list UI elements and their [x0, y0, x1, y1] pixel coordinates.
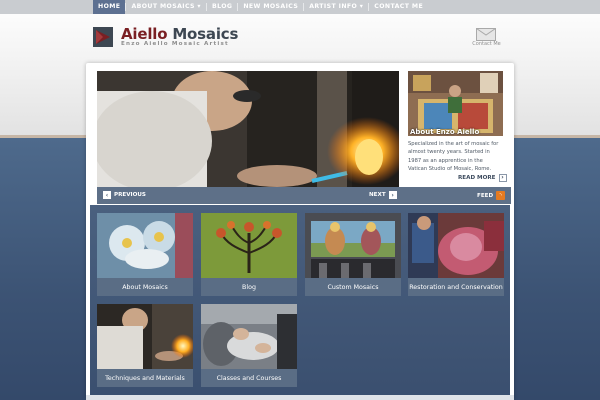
nav-contact-me[interactable]: CONTACT ME: [369, 0, 428, 14]
feed-link[interactable]: FEED ◝: [477, 191, 506, 200]
tile-label: Restoration and Conservation: [409, 284, 503, 291]
tile-image: [305, 213, 401, 278]
about-thumbnail-image[interactable]: [408, 71, 503, 136]
next-button[interactable]: NEXT ›: [369, 191, 397, 199]
previous-button[interactable]: ‹ PREVIOUS: [103, 191, 146, 199]
nav-blog[interactable]: BLOG: [207, 0, 237, 14]
previous-label: PREVIOUS: [114, 192, 146, 198]
tile-image: [201, 213, 297, 278]
tile-custom-mosaics[interactable]: Custom Mosaics: [305, 213, 401, 296]
tile-label: Classes and Courses: [216, 375, 282, 382]
chevron-right-icon: ›: [388, 191, 397, 199]
featured-slide-image[interactable]: [97, 71, 399, 187]
tile-classes-courses[interactable]: Classes and Courses: [201, 304, 297, 387]
read-more-link[interactable]: READ MORE ›: [458, 174, 507, 182]
chevron-right-icon: ›: [498, 174, 507, 182]
nav-home[interactable]: HOME: [93, 0, 126, 14]
nav-artist-info[interactable]: ARTIST INFO ▾: [304, 0, 368, 14]
tile-image: [408, 213, 504, 278]
feed-label: FEED: [477, 192, 494, 199]
tile-label: About Mosaics: [122, 284, 168, 291]
tile-blog[interactable]: Blog: [201, 213, 297, 296]
slide-description: Specialized in the art of mosaic for alm…: [408, 141, 499, 172]
tile-about-mosaics[interactable]: About Mosaics: [97, 213, 193, 296]
footer-strip: [86, 395, 514, 400]
nav-new-mosaics[interactable]: NEW MOSAICS: [238, 0, 303, 14]
tile-label: Blog: [242, 284, 256, 291]
envelope-icon[interactable]: [476, 28, 496, 41]
main-nav: HOME ABOUT MOSAICS ▾ BLOG NEW MOSAICS AR…: [0, 0, 600, 14]
site-subtitle: Enzo Aiello Mosaic Artist: [121, 41, 229, 47]
tile-label: Techniques and Materials: [105, 375, 185, 382]
chevron-left-icon: ‹: [103, 191, 111, 199]
slide-caption[interactable]: About Enzo Aiello: [408, 128, 503, 136]
tile-image: [201, 304, 297, 369]
contact-me-link[interactable]: Contact Me: [470, 41, 503, 47]
logo-icon[interactable]: [93, 27, 113, 47]
nav-about-mosaics[interactable]: ABOUT MOSAICS ▾: [126, 0, 206, 14]
read-more-label: READ MORE: [458, 175, 496, 181]
tile-techniques-materials[interactable]: Techniques and Materials: [97, 304, 193, 387]
tile-label: Custom Mosaics: [327, 284, 379, 291]
tile-image: [97, 304, 193, 369]
slider-control-bar: ‹ PREVIOUS NEXT › FEED ◝: [97, 187, 511, 204]
rss-icon: ◝: [496, 191, 506, 200]
next-label: NEXT: [369, 192, 386, 198]
tile-restoration[interactable]: Restoration and Conservation: [408, 213, 504, 296]
tile-image: [97, 213, 193, 278]
